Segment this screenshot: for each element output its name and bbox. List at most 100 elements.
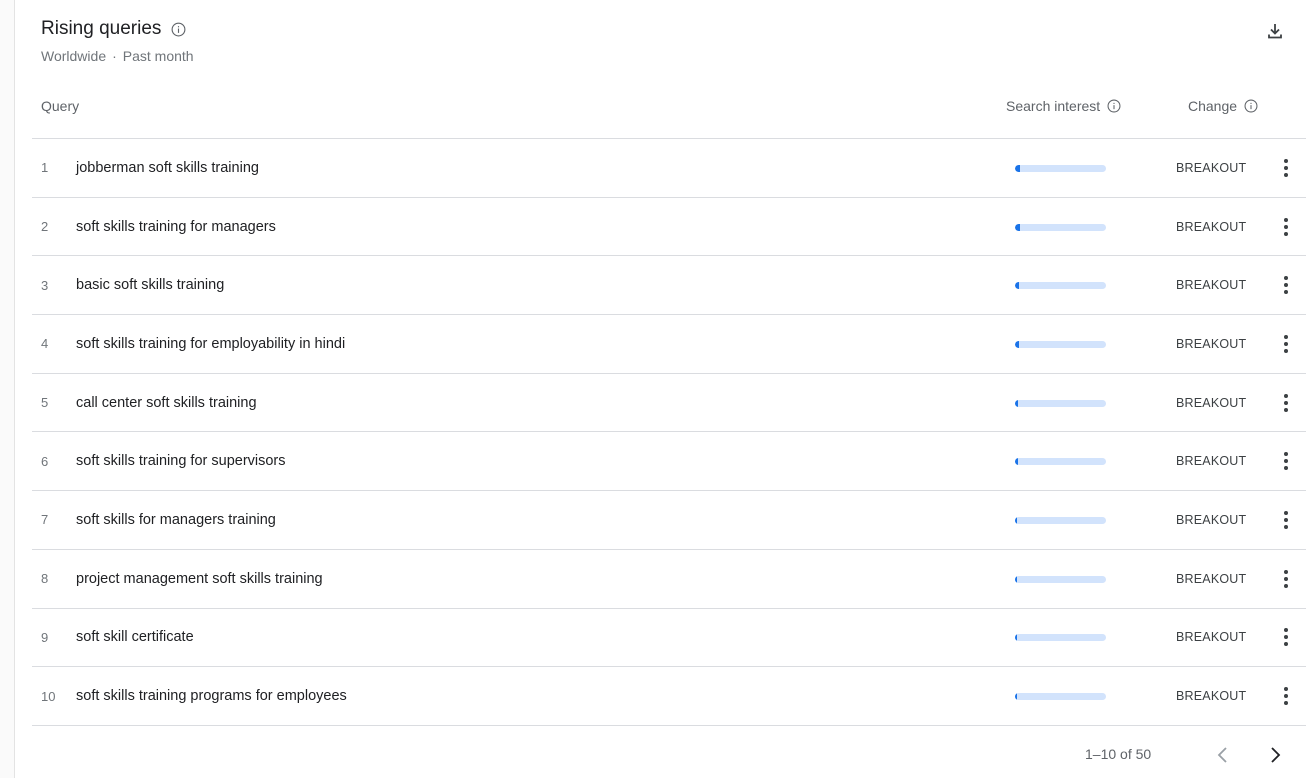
row-query-text[interactable]: soft skills for managers training [76, 512, 276, 528]
search-interest-bar-fill [1015, 164, 1020, 172]
change-info-icon[interactable] [1244, 99, 1258, 113]
row-menu-button[interactable] [1276, 215, 1296, 239]
row-rank: 10 [41, 688, 56, 704]
row-change-value: BREAKOUT [1176, 160, 1247, 175]
search-interest-bar-fill [1015, 458, 1018, 466]
more-vert-icon [1284, 217, 1288, 236]
pagination-label: 1–10 of 50 [1085, 746, 1152, 762]
card-header: Rising queries [41, 18, 186, 40]
more-vert-icon [1284, 393, 1288, 412]
row-change-value: BREAKOUT [1176, 630, 1247, 645]
more-vert-icon [1284, 628, 1288, 647]
row-menu-button[interactable] [1276, 332, 1296, 356]
row-query-text[interactable]: soft skill certificate [76, 629, 194, 645]
table-row[interactable]: 7 soft skills for managers training BREA… [32, 491, 1306, 550]
info-icon[interactable] [171, 22, 186, 37]
table-row[interactable]: 1 jobberman soft skills training BREAKOU… [32, 139, 1306, 198]
query-list: 1 jobberman soft skills training BREAKOU… [32, 139, 1306, 726]
search-interest-bar [1015, 164, 1106, 172]
row-change-value: BREAKOUT [1176, 689, 1247, 704]
row-menu-button[interactable] [1276, 567, 1296, 591]
previous-page-button[interactable] [1210, 740, 1236, 770]
table-row[interactable]: 2 soft skills training for managers BREA… [32, 198, 1306, 257]
download-button[interactable] [1262, 18, 1288, 44]
download-icon [1268, 24, 1282, 39]
row-rank: 3 [41, 277, 49, 293]
search-interest-bar-fill [1015, 693, 1017, 701]
row-query-text[interactable]: soft skills training for supervisors [76, 453, 286, 469]
row-menu-button[interactable] [1276, 273, 1296, 297]
search-interest-bar-fill [1015, 399, 1018, 407]
subtitle-region: Worldwide [41, 48, 107, 64]
row-menu-button[interactable] [1276, 684, 1296, 708]
more-vert-icon [1284, 569, 1288, 588]
column-header-query: Query [41, 98, 79, 114]
row-menu-button[interactable] [1276, 625, 1296, 649]
search-interest-bar-fill [1015, 340, 1019, 348]
search-interest-info-icon[interactable] [1107, 99, 1121, 113]
row-change-value: BREAKOUT [1176, 336, 1247, 351]
table-row[interactable]: 5 call center soft skills training BREAK… [32, 374, 1306, 433]
row-change-value: BREAKOUT [1176, 278, 1247, 293]
search-interest-bar [1015, 693, 1106, 701]
more-vert-icon [1284, 452, 1288, 471]
column-header-search-interest-label: Search interest [1006, 98, 1101, 114]
row-query-text[interactable]: soft skills training for managers [76, 219, 276, 235]
column-header-change: Change [1188, 98, 1258, 114]
chevron-right-icon [1271, 747, 1281, 763]
search-interest-bar-fill [1015, 516, 1017, 524]
row-rank: 6 [41, 453, 49, 469]
search-interest-bar-fill [1015, 223, 1020, 231]
search-interest-bar-fill [1015, 634, 1017, 642]
card-title: Rising queries [41, 18, 162, 39]
search-interest-bar [1015, 634, 1106, 642]
search-interest-bar [1015, 458, 1106, 466]
row-query-text[interactable]: soft skills training programs for employ… [76, 688, 347, 704]
card-subtitle: Worldwide · Past month [41, 48, 194, 64]
subtitle-period: Past month [122, 48, 194, 64]
search-interest-bar [1015, 516, 1106, 524]
row-rank: 5 [41, 395, 49, 411]
search-interest-bar-fill [1015, 575, 1017, 583]
row-menu-button[interactable] [1276, 156, 1296, 180]
table-row[interactable]: 10 soft skills training programs for emp… [32, 667, 1306, 726]
row-rank: 9 [41, 629, 49, 645]
more-vert-icon [1284, 158, 1288, 177]
row-change-value: BREAKOUT [1176, 512, 1247, 527]
search-interest-bar [1015, 340, 1106, 348]
row-rank: 4 [41, 336, 49, 352]
left-edge-strip [0, 0, 15, 778]
row-menu-button[interactable] [1276, 449, 1296, 473]
row-change-value: BREAKOUT [1176, 454, 1247, 469]
search-interest-bar [1015, 399, 1106, 407]
row-query-text[interactable]: soft skills training for employability i… [76, 336, 345, 352]
more-vert-icon [1284, 510, 1288, 529]
table-row[interactable]: 4 soft skills training for employability… [32, 315, 1306, 374]
row-change-value: BREAKOUT [1176, 395, 1247, 410]
row-query-text[interactable]: project management soft skills training [76, 571, 323, 587]
subtitle-separator: · [112, 48, 117, 64]
row-rank: 7 [41, 512, 49, 528]
row-rank: 1 [41, 160, 49, 176]
row-menu-button[interactable] [1276, 508, 1296, 532]
row-rank: 2 [41, 219, 49, 235]
more-vert-icon [1284, 276, 1288, 295]
row-menu-button[interactable] [1276, 391, 1296, 415]
row-rank: 8 [41, 571, 49, 587]
column-header-change-label: Change [1188, 98, 1238, 114]
table-row[interactable]: 3 basic soft skills training BREAKOUT [32, 256, 1306, 316]
table-row[interactable]: 9 soft skill certificate BREAKOUT [32, 609, 1306, 668]
row-query-text[interactable]: basic soft skills training [76, 277, 224, 293]
more-vert-icon [1284, 687, 1288, 706]
search-interest-bar [1015, 223, 1106, 231]
row-query-text[interactable]: jobberman soft skills training [76, 160, 259, 176]
column-header-query-label: Query [41, 98, 80, 114]
row-query-text[interactable]: call center soft skills training [76, 395, 257, 411]
table-row[interactable]: 6 soft skills training for supervisors B… [32, 432, 1306, 492]
more-vert-icon [1284, 334, 1288, 353]
next-page-button[interactable] [1262, 740, 1288, 770]
rising-queries-card: Rising queries Worldwide · Past month Quer… [18, 0, 1306, 778]
table-row[interactable]: 8 project management soft skills trainin… [32, 550, 1306, 609]
row-change-value: BREAKOUT [1176, 571, 1247, 586]
search-interest-bar [1015, 575, 1106, 583]
